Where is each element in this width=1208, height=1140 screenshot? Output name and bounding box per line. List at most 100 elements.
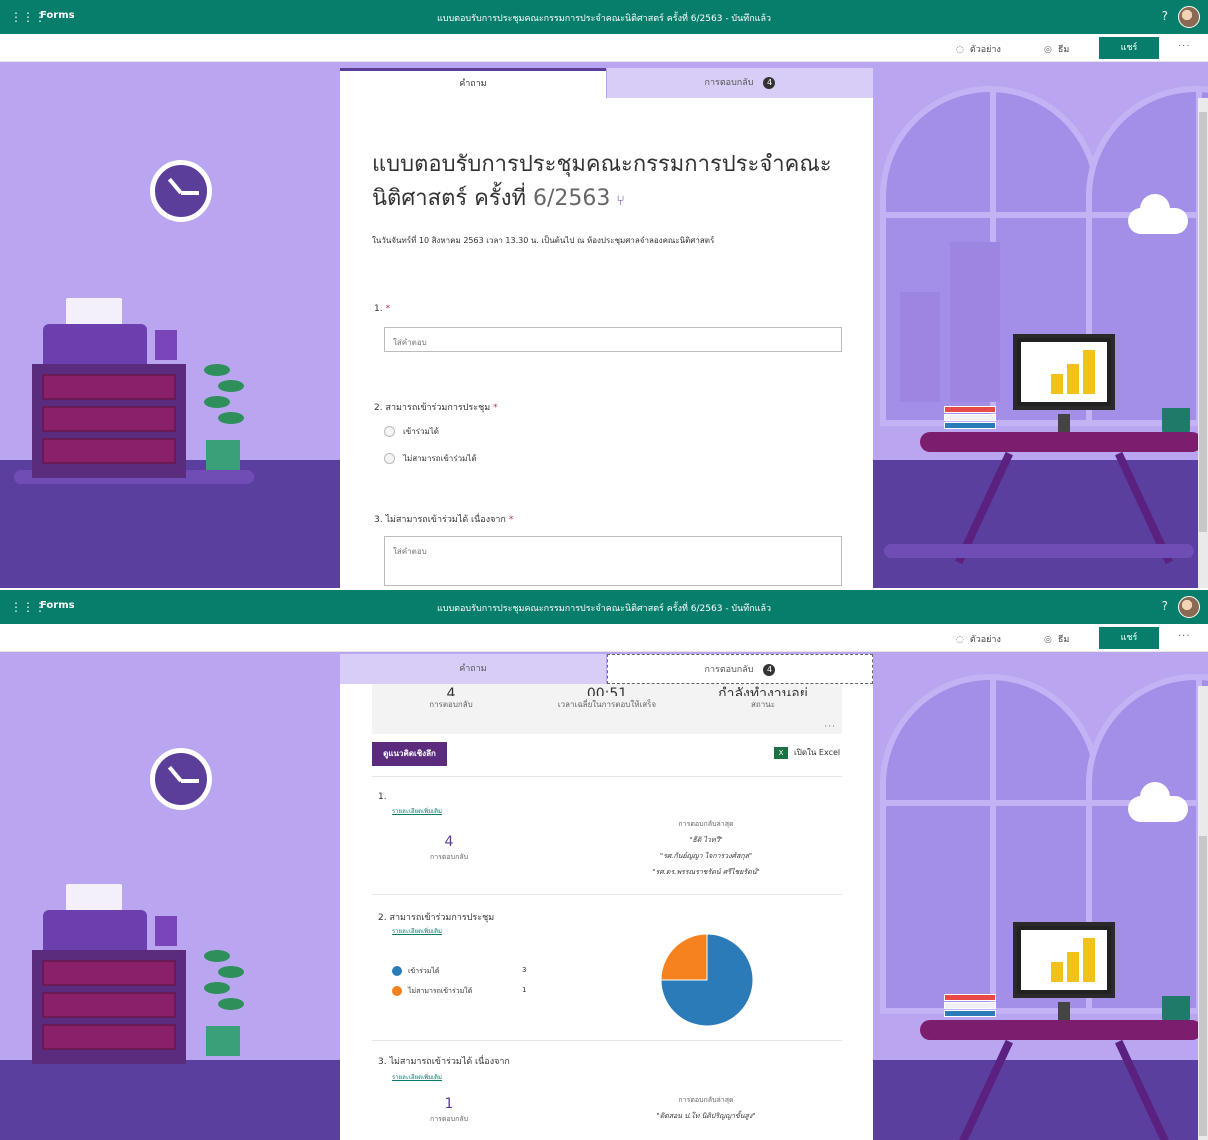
theme-label: ธีม	[1057, 45, 1070, 55]
radio-button[interactable]	[384, 426, 395, 437]
desk-illustration	[920, 1020, 1202, 1040]
option-not-attend-label: ไม่สามารถเข้าร่วมได้	[403, 454, 477, 463]
page-scrollbar[interactable]	[1198, 686, 1208, 1140]
tab-questions[interactable]: คำถาม	[340, 68, 606, 98]
summary-average-time: 00:51 เวลาเฉลี่ยในการตอบให้เสร็จ	[532, 684, 682, 711]
eye-icon: ◌	[956, 635, 964, 645]
theme-button[interactable]: ◎ ธีม	[1044, 42, 1069, 56]
q3-latest-label: การตอบกลับล่าสุด	[678, 1096, 734, 1104]
tab-responses[interactable]: การตอบกลับ 4	[607, 68, 873, 98]
help-icon[interactable]: ?	[1162, 9, 1168, 23]
eye-icon: ◌	[956, 45, 964, 55]
cloud-illustration	[1128, 194, 1188, 234]
section-divider	[372, 776, 842, 777]
preview-label: ตัวอย่าง	[969, 45, 1001, 55]
legend-item-not-attend: ไม่สามารถเข้าร่วมได้ 1	[392, 986, 532, 997]
mug-illustration	[1162, 996, 1190, 1022]
view-insights-button[interactable]: ดูแนวคิดเชิงลึก	[372, 742, 447, 766]
required-asterisk: *	[508, 515, 514, 525]
question-3-label: 3. ไม่สามารถเข้าร่วมได้ เนื่องจาก *	[374, 512, 513, 526]
share-button[interactable]: แชร์	[1099, 627, 1159, 649]
document-title: แบบตอบรับการประชุมคณะกรรมการประจำคณะนิติ…	[436, 14, 772, 24]
monitor-screen	[1021, 930, 1107, 990]
share-button[interactable]: แชร์	[1099, 37, 1159, 59]
form-tabs: คำถาม การตอบกลับ 4	[340, 68, 873, 98]
floor-rug-decoration	[884, 544, 1194, 558]
tab-questions-label: คำถาม	[459, 79, 487, 89]
option-attend-label: เข้าร่วมได้	[403, 427, 439, 436]
radio-button[interactable]	[384, 453, 395, 464]
scroll-thumb[interactable]	[1199, 836, 1207, 1136]
help-icon[interactable]: ?	[1162, 599, 1168, 613]
cabinet-drawer	[42, 992, 176, 1018]
cabinet-drawer	[42, 438, 176, 464]
book	[944, 1010, 996, 1017]
summary-average-time-label: เวลาเฉลี่ยในการตอบให้เสร็จ	[557, 700, 657, 709]
mug-illustration	[1162, 408, 1190, 434]
q1-more-details-link[interactable]: รายละเอียดเพิ่มเติม	[392, 806, 442, 816]
pen-cup-illustration	[155, 330, 177, 360]
page-scrollbar[interactable]	[1198, 98, 1208, 588]
command-bar: ◌ ตัวอย่าง ◎ ธีม แชร์ ···	[0, 34, 1208, 62]
command-bar: ◌ ตัวอย่าง ◎ ธีม แชร์ ···	[0, 624, 1208, 652]
form-title[interactable]: แบบตอบรับการประชุมคณะกรรมการประจำคณะนิติ…	[372, 148, 842, 218]
scroll-thumb[interactable]	[1199, 112, 1207, 532]
plant-leaf	[204, 982, 230, 994]
cabinet-illustration	[32, 950, 186, 1064]
monitor-bar	[1083, 350, 1095, 394]
question-1-answer-input[interactable]: ใส่คำตอบ	[384, 327, 842, 352]
responses-count-badge: 4	[763, 77, 776, 89]
q1-count-label: การตอบกลับ	[429, 853, 469, 861]
more-options-button[interactable]: ···	[1178, 631, 1191, 642]
option-not-attend[interactable]: ไม่สามารถเข้าร่วมได้	[384, 452, 477, 465]
monitor-bar	[1051, 374, 1063, 394]
q2-more-details-link[interactable]: รายละเอียดเพิ่มเติม	[392, 926, 442, 936]
window-mullion	[990, 680, 996, 1008]
avatar[interactable]	[1178, 596, 1200, 618]
avatar[interactable]	[1178, 6, 1200, 28]
printer-paper-illustration	[66, 298, 122, 326]
plant-pot-illustration	[206, 1026, 240, 1056]
option-attend[interactable]: เข้าร่วมได้	[384, 425, 439, 438]
book	[944, 1002, 996, 1009]
more-options-button[interactable]: ···	[1178, 41, 1191, 52]
open-in-excel-button[interactable]: X เปิดใน Excel	[774, 746, 840, 759]
responses-summary: 4 การตอบกลับ 00:51 เวลาเฉลี่ยในการตอบให้…	[372, 684, 842, 734]
form-description[interactable]: ในวันจันทร์ที่ 10 สิงหาคม 2563 เวลา 13.3…	[372, 234, 714, 247]
theme-button[interactable]: ◎ ธีม	[1044, 632, 1069, 646]
summary-status-value: กำลังทำงานอยู่	[718, 686, 808, 696]
app-header: ⋮⋮⋮ Forms แบบตอบรับการประชุมคณะกรรมการปร…	[0, 590, 1208, 624]
q1-latest-responses: การตอบกลับล่าสุด "ธีติ ไวทวี" "รศ.กันย์ญ…	[631, 816, 781, 880]
pie-slice-not-attend[interactable]	[660, 933, 708, 981]
legend-not-attend-count: 1	[522, 986, 527, 994]
palette-icon: ◎	[1044, 635, 1052, 645]
clock-illustration	[150, 160, 212, 222]
window-mullion	[886, 212, 1094, 218]
latest-response-item: "รศ.ดร.พรรณราชรัตน์ ศรีไชยรัตน์"	[652, 868, 760, 876]
monitor-stand	[1058, 414, 1070, 432]
books-illustration	[944, 406, 996, 432]
book	[944, 994, 996, 1001]
branching-icon[interactable]: ⑂	[616, 193, 624, 209]
question-1-label: 1. *	[374, 304, 390, 314]
monitor-bar	[1051, 962, 1063, 982]
tab-questions[interactable]: คำถาม	[340, 654, 606, 684]
q3-more-details-link[interactable]: รายละเอียดเพิ่มเติม	[392, 1072, 442, 1082]
question-2-label: 2. สามารถเข้าร่วมการประชุม *	[374, 400, 498, 414]
building-silhouette	[900, 292, 940, 402]
plant-leaf	[218, 966, 244, 978]
books-illustration	[944, 994, 996, 1020]
preview-button[interactable]: ◌ ตัวอย่าง	[956, 42, 1001, 56]
responses-card: 4 การตอบกลับ 00:51 เวลาเฉลี่ยในการตอบให้…	[340, 684, 873, 1140]
preview-button[interactable]: ◌ ตัวอย่าง	[956, 632, 1001, 646]
q2-pie-chart	[660, 933, 754, 1027]
question-3-title: 3. ไม่สามารถเข้าร่วมได้ เนื่องจาก	[374, 515, 506, 525]
question-3-answer-input[interactable]: ใส่คำตอบ	[384, 536, 842, 586]
tab-responses[interactable]: การตอบกลับ 4	[607, 654, 873, 684]
summary-more-button[interactable]: ···	[824, 722, 836, 732]
latest-response-item: "ติดสอน ป.โท นิติปริญญาขั้นสูง"	[656, 1112, 756, 1120]
desk-illustration	[920, 432, 1202, 452]
plant-leaf	[204, 396, 230, 408]
legend-swatch	[392, 966, 402, 976]
legend-swatch	[392, 986, 402, 996]
